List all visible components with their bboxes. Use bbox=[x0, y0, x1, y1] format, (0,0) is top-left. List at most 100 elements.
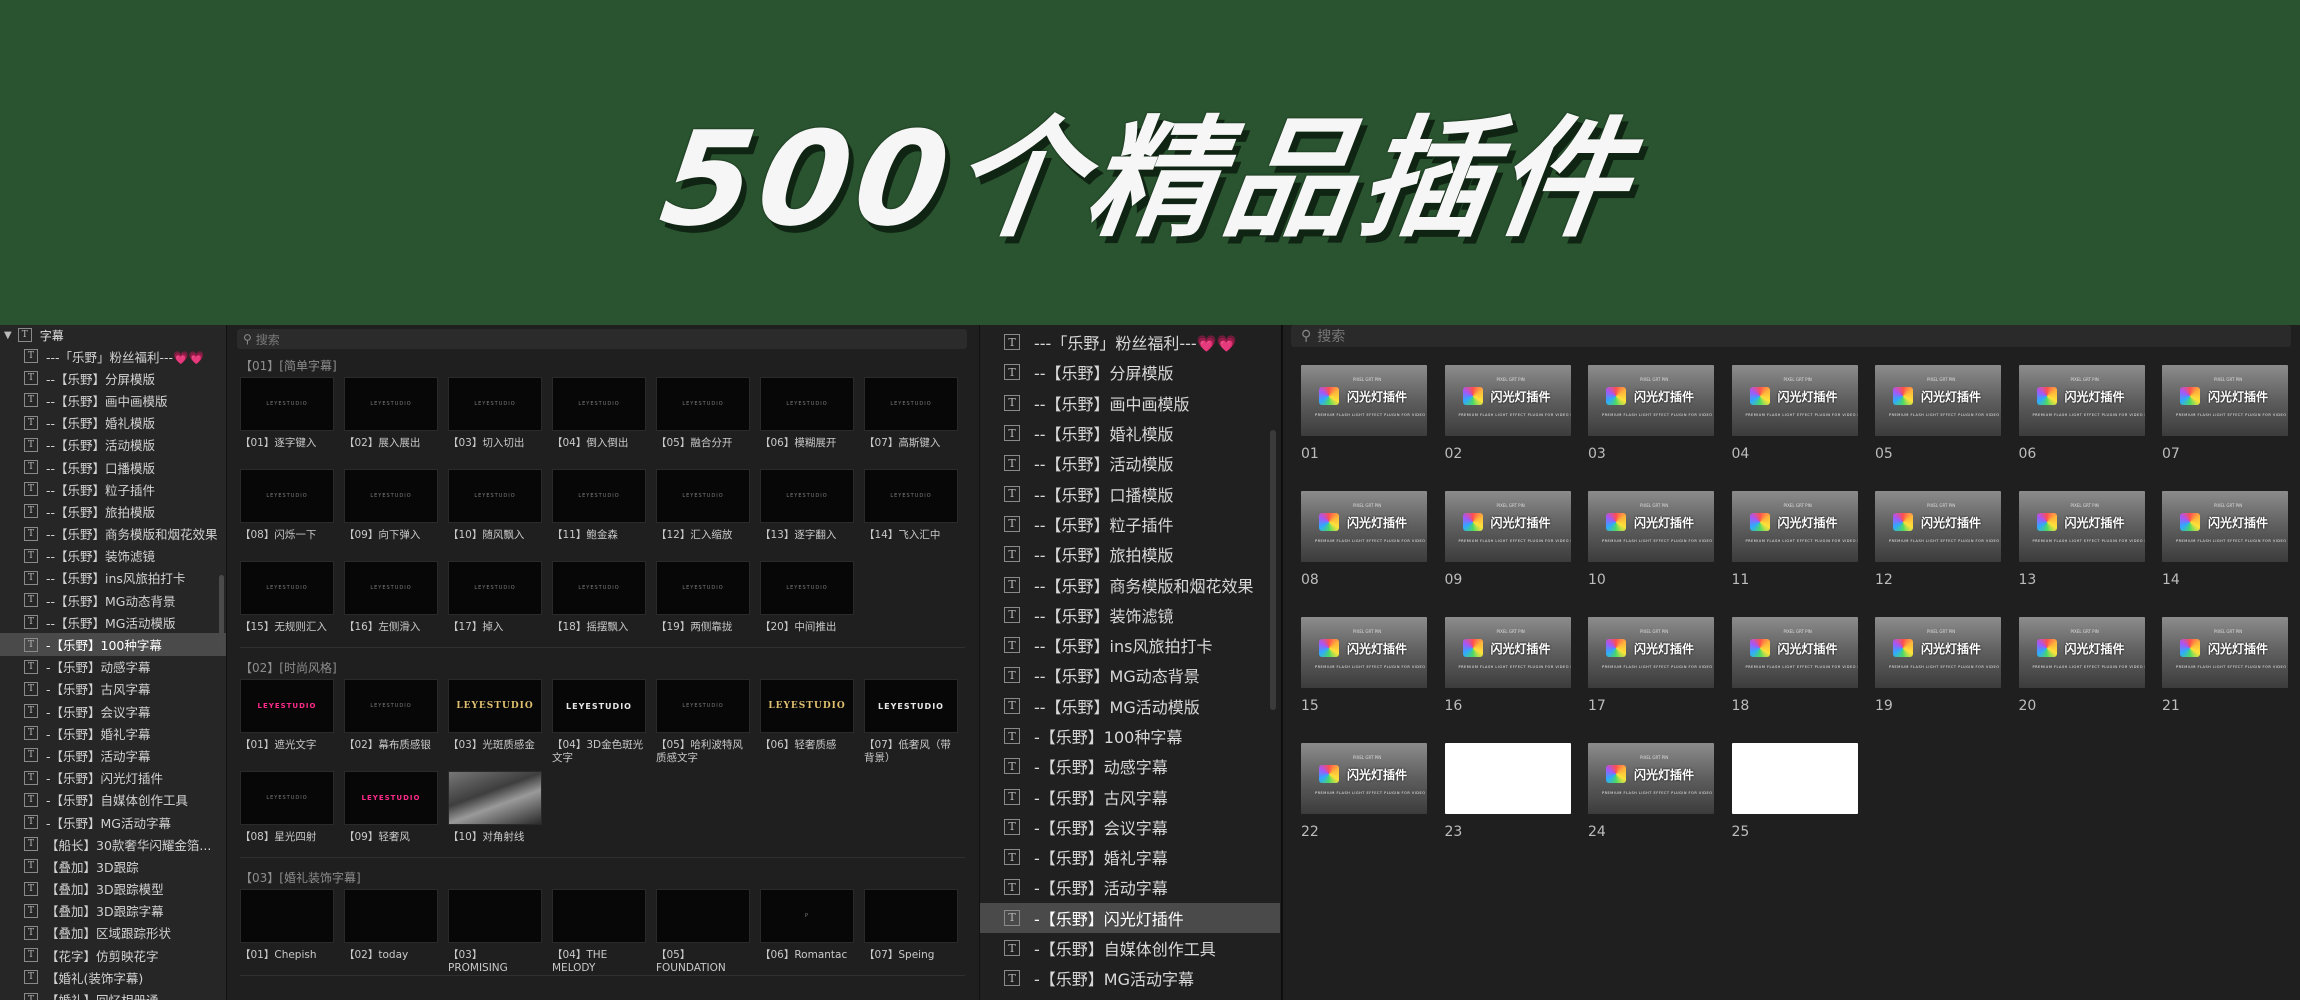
sidebar-item[interactable]: T 【船长】30款奢华闪耀金箔... bbox=[0, 833, 226, 855]
sidebar-item[interactable]: T 【叠加】3D跟踪 bbox=[0, 855, 226, 877]
list-scrollbar[interactable] bbox=[1270, 430, 1276, 710]
plugin-preview-tile[interactable]: PIXEL GRT PIN 闪光灯插件 PREMIUM FLASH LIGHT EF… bbox=[1588, 743, 1714, 840]
plugin-list-item[interactable]: T -【乐野】会议字幕 bbox=[980, 812, 1280, 842]
sidebar-item[interactable]: T --【乐野】分屏模版 bbox=[0, 367, 226, 389]
title-thumbnail[interactable]: LEYESTUDIO 【02】幕布质感银 bbox=[344, 679, 438, 752]
title-thumbnail[interactable]: LEYESTUDIO 【20】中间推出 bbox=[760, 561, 854, 634]
sidebar-item[interactable]: T --【乐野】MG动态背景 bbox=[0, 589, 226, 611]
title-thumbnail[interactable]: LEYESTUDIO 【05】融合分开 bbox=[656, 377, 750, 450]
sidebar-item[interactable]: T ---「乐野」粉丝福利---💗💗 bbox=[0, 345, 226, 367]
title-thumbnail[interactable]: LEYESTUDIO 【09】向下弹入 bbox=[344, 469, 438, 542]
plugin-list-item[interactable]: T --【乐野】ins风旅拍打卡 bbox=[980, 630, 1280, 660]
title-thumbnail[interactable]: LEYESTUDIO 【07】低奢风（带背景） bbox=[864, 679, 958, 765]
plugin-list-item[interactable]: T -【乐野】古风字幕 bbox=[980, 781, 1280, 811]
title-thumbnail[interactable]: 【01】Chepish bbox=[240, 889, 334, 962]
plugin-preview-tile[interactable]: PIXEL GRT PIN 闪光灯插件 PREMIUM FLASH LIGHT EF… bbox=[1301, 743, 1427, 840]
plugin-preview-tile[interactable]: PIXEL GRT PIN 闪光灯插件 PREMIUM FLASH LIGHT EF… bbox=[2162, 491, 2288, 588]
title-thumbnail[interactable]: LEYESTUDIO 【18】摇摆飘入 bbox=[552, 561, 646, 634]
plugin-preview-tile[interactable]: PIXEL GRT PIN 闪光灯插件 PREMIUM FLASH LIGHT EF… bbox=[1731, 491, 1858, 588]
plugin-list-item[interactable]: T --【乐野】粒子插件 bbox=[980, 509, 1280, 539]
title-thumbnail[interactable]: LEYESTUDIO 【08】星光四射 bbox=[240, 771, 334, 844]
browser-search-field[interactable]: ⚲ 搜索 bbox=[237, 329, 967, 349]
plugin-preview-tile[interactable]: PIXEL GRT PIN 闪光灯插件 PREMIUM FLASH LIGHT EF… bbox=[2162, 365, 2288, 462]
sidebar-scrollbar[interactable] bbox=[219, 575, 224, 655]
title-thumbnail[interactable]: LEYESTUDIO 【06】模糊展开 bbox=[760, 377, 854, 450]
sidebar-item[interactable]: T -【乐野】100种字幕 bbox=[0, 633, 226, 656]
plugin-preview-tile[interactable]: PIXEL GRT PIN 闪光灯插件 PREMIUM FLASH LIGHT EF… bbox=[1301, 491, 1427, 588]
plugin-list-item[interactable]: T -【乐野】闪光灯插件 bbox=[980, 902, 1280, 933]
plugin-preview-tile[interactable]: PIXEL GRT PIN 闪光灯插件 PREMIUM FLASH LIGHT EF… bbox=[1588, 491, 1714, 588]
plugin-list-item[interactable]: T --【乐野】MG活动模版 bbox=[980, 691, 1280, 721]
title-thumbnail[interactable]: LEYESTUDIO 【01】遮光文字 bbox=[240, 679, 334, 752]
title-thumbnail[interactable]: LEYESTUDIO 【04】3D金色斑光文字 bbox=[552, 679, 646, 765]
plugin-preview-tile[interactable]: PIXEL GRT PIN 闪光灯插件 PREMIUM FLASH LIGHT EF… bbox=[1444, 617, 1571, 714]
sidebar-item[interactable]: T --【乐野】MG活动模版 bbox=[0, 611, 226, 633]
title-thumbnail[interactable]: LEYESTUDIO 【06】轻奢质感 bbox=[760, 679, 854, 752]
plugin-list-item[interactable]: T --【乐野】婚礼模版 bbox=[980, 418, 1280, 448]
title-thumbnail[interactable]: LEYESTUDIO 【05】哈利波特风质感文字 bbox=[656, 679, 750, 765]
title-thumbnail[interactable]: LEYESTUDIO 【16】左侧滑入 bbox=[344, 561, 438, 634]
sidebar-item[interactable]: T 【婚礼】回忆相册通 bbox=[0, 988, 226, 1000]
title-thumbnail[interactable]: 【02】today bbox=[344, 889, 438, 962]
title-thumbnail[interactable]: 【04】THE MELODY bbox=[552, 889, 646, 975]
sidebar-item[interactable]: T --【乐野】活动模版 bbox=[0, 434, 226, 456]
plugin-list-item[interactable]: T --【乐野】MG动态背景 bbox=[980, 660, 1280, 690]
plugin-preview-tile[interactable]: PIXEL GRT PIN 闪光灯插件 PREMIUM FLASH LIGHT EF… bbox=[1444, 491, 1571, 588]
title-thumbnail[interactable]: LEYESTUDIO 【12】汇入缩放 bbox=[656, 469, 750, 542]
plugin-preview-tile[interactable]: 23 bbox=[1444, 743, 1571, 840]
plugin-preview-tile[interactable]: 25 bbox=[1731, 743, 1858, 840]
plugin-list-item[interactable]: T --【乐野】口播模版 bbox=[980, 478, 1280, 508]
title-thumbnail[interactable]: P 【06】Romantac bbox=[760, 889, 854, 962]
title-thumbnail[interactable]: 【10】对角射线 bbox=[448, 771, 542, 844]
title-thumbnail[interactable]: LEYESTUDIO 【19】两侧靠拢 bbox=[656, 561, 750, 634]
plugin-preview-tile[interactable]: PIXEL GRT PIN 闪光灯插件 PREMIUM FLASH LIGHT EF… bbox=[1731, 365, 1858, 462]
title-thumbnail[interactable]: LEYESTUDIO 【03】切入切出 bbox=[448, 377, 542, 450]
disclosure-triangle-icon[interactable]: ▼ bbox=[4, 330, 12, 341]
sidebar-item[interactable]: T --【乐野】ins风旅拍打卡 bbox=[0, 567, 226, 589]
plugin-list-item[interactable]: T -【乐野】自媒体创作工具 bbox=[980, 933, 1280, 963]
plugin-list-item[interactable]: T --【乐野】画中画模版 bbox=[980, 388, 1280, 418]
title-thumbnail[interactable]: LEYESTUDIO 【15】无规则汇入 bbox=[240, 561, 334, 634]
plugin-preview-tile[interactable]: PIXEL GRT PIN 闪光灯插件 PREMIUM FLASH LIGHT EF… bbox=[1301, 617, 1427, 714]
sidebar-item[interactable]: T -【乐野】闪光灯插件 bbox=[0, 767, 226, 789]
plugin-preview-tile[interactable]: PIXEL GRT PIN 闪光灯插件 PREMIUM FLASH LIGHT EF… bbox=[1731, 617, 1858, 714]
plugin-list-item[interactable]: T ---「乐野」粉丝福利---💗💗 bbox=[980, 327, 1280, 357]
plugin-preview-tile[interactable]: PIXEL GRT PIN 闪光灯插件 PREMIUM FLASH LIGHT EF… bbox=[2162, 617, 2288, 714]
plugin-preview-tile[interactable]: PIXEL GRT PIN 闪光灯插件 PREMIUM FLASH LIGHT EF… bbox=[2018, 365, 2145, 462]
sidebar-item[interactable]: T -【乐野】会议字幕 bbox=[0, 700, 226, 722]
sidebar-item[interactable]: T 【叠加】3D跟踪模型 bbox=[0, 878, 226, 900]
sidebar-item[interactable]: T --【乐野】粒子插件 bbox=[0, 478, 226, 500]
title-thumbnail[interactable]: LEYESTUDIO 【17】掉入 bbox=[448, 561, 542, 634]
title-thumbnail[interactable]: LEYESTUDIO 【11】鲍金森 bbox=[552, 469, 646, 542]
sidebar-item[interactable]: T -【乐野】动感字幕 bbox=[0, 656, 226, 678]
title-thumbnail[interactable]: LEYESTUDIO 【10】随风飘入 bbox=[448, 469, 542, 542]
plugin-list-item[interactable]: T -【乐野】MG活动字幕 bbox=[980, 963, 1280, 993]
sidebar-item[interactable]: T 【婚礼(装饰字幕) bbox=[0, 966, 226, 988]
plugin-preview-tile[interactable]: PIXEL GRT PIN 闪光灯插件 PREMIUM FLASH LIGHT EF… bbox=[1588, 365, 1714, 462]
title-thumbnail[interactable]: LEYESTUDIO 【08】闪烁一下 bbox=[240, 469, 334, 542]
plugin-list-item[interactable]: T --【乐野】分屏模版 bbox=[980, 357, 1280, 387]
plugin-list-item[interactable]: T --【乐野】活动模版 bbox=[980, 448, 1280, 478]
plugin-list-item[interactable]: T -【乐野】婚礼字幕 bbox=[980, 842, 1280, 872]
sidebar-item[interactable]: T --【乐野】商务模版和烟花效果 bbox=[0, 523, 226, 545]
sidebar-item[interactable]: T -【乐野】婚礼字幕 bbox=[0, 722, 226, 744]
sidebar-root-titles[interactable]: ▼ T 字幕 bbox=[0, 325, 226, 345]
title-thumbnail[interactable]: LEYESTUDIO 【01】逐字键入 bbox=[240, 377, 334, 450]
sidebar-item[interactable]: T -【乐野】自媒体创作工具 bbox=[0, 789, 226, 811]
plugin-preview-tile[interactable]: PIXEL GRT PIN 闪光灯插件 PREMIUM FLASH LIGHT EF… bbox=[1444, 365, 1571, 462]
title-thumbnail[interactable]: LEYESTUDIO 【09】轻奢风 bbox=[344, 771, 438, 844]
title-thumbnail[interactable]: LEYESTUDIO 【14】飞入汇中 bbox=[864, 469, 958, 542]
sidebar-item[interactable]: T -【乐野】活动字幕 bbox=[0, 744, 226, 766]
plugin-list-item[interactable]: T --【乐野】旅拍模版 bbox=[980, 539, 1280, 569]
plugin-list-item[interactable]: T -【乐野】活动字幕 bbox=[980, 872, 1280, 902]
sidebar-item[interactable]: T -【乐野】MG活动字幕 bbox=[0, 811, 226, 833]
title-thumbnail[interactable]: LEYESTUDIO 【04】倒入倒出 bbox=[552, 377, 646, 450]
plugin-preview-tile[interactable]: PIXEL GRT PIN 闪光灯插件 PREMIUM FLASH LIGHT EF… bbox=[1875, 617, 2001, 714]
sidebar-item[interactable]: T --【乐野】口播模版 bbox=[0, 456, 226, 478]
plugin-list-item[interactable]: T --【乐野】商务模版和烟花效果 bbox=[980, 569, 1280, 599]
title-thumbnail[interactable]: LEYESTUDIO 【03】光斑质感金 bbox=[448, 679, 542, 752]
title-thumbnail[interactable]: 【07】Speing bbox=[864, 889, 958, 962]
plugin-preview-tile[interactable]: PIXEL GRT PIN 闪光灯插件 PREMIUM FLASH LIGHT EF… bbox=[1875, 491, 2001, 588]
sidebar-item[interactable]: T --【乐野】婚礼模版 bbox=[0, 412, 226, 434]
title-thumbnail[interactable]: LEYESTUDIO 【07】高斯键入 bbox=[864, 377, 958, 450]
